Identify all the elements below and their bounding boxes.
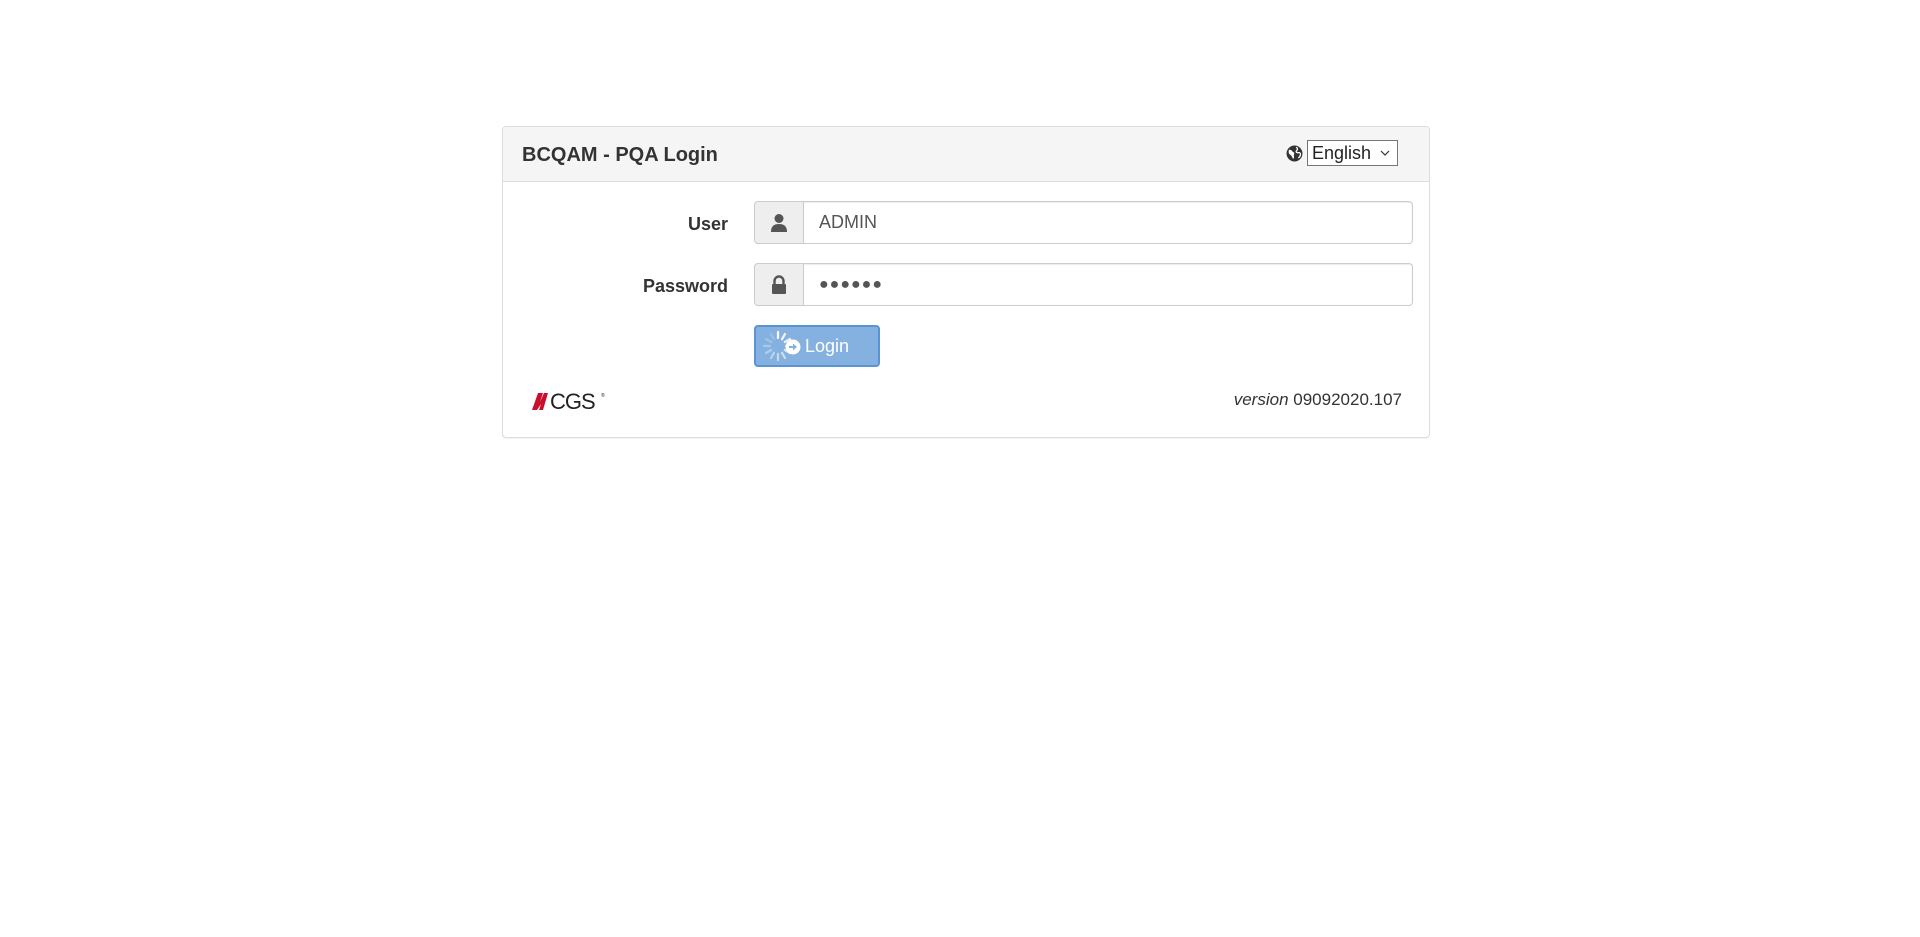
- user-field[interactable]: ADMIN: [803, 201, 1413, 244]
- svg-text:®: ®: [601, 392, 605, 399]
- login-button[interactable]: Login: [754, 325, 880, 367]
- version-number: 09092020.107: [1293, 390, 1402, 409]
- user-addon: [754, 201, 803, 244]
- password-field[interactable]: ●●●●●●: [803, 263, 1413, 306]
- lock-icon: [772, 275, 786, 294]
- globe-icon: [1286, 145, 1303, 162]
- panel-heading: BCQAM - PQA Login English: [503, 127, 1429, 182]
- password-input-group: ●●●●●●: [754, 263, 1413, 306]
- page-title: BCQAM - PQA Login: [522, 144, 718, 166]
- password-label: Password: [642, 276, 728, 296]
- language-select-value: English: [1312, 143, 1372, 163]
- login-button-label: Login: [805, 336, 850, 356]
- user-icon: [771, 214, 787, 232]
- language-select[interactable]: English: [1307, 140, 1398, 166]
- svg-text:CGS: CGS: [550, 389, 595, 413]
- version-prefix: version: [1233, 390, 1289, 409]
- sign-in-icon: [785, 339, 801, 355]
- version-text: version 09092020.107: [1234, 389, 1402, 411]
- password-addon: [754, 263, 803, 306]
- login-panel: BCQAM - PQA Login English User ADMIN Pas…: [502, 126, 1430, 438]
- user-label: User: [687, 214, 728, 234]
- chevron-down-icon: [1380, 150, 1390, 156]
- user-input-group: ADMIN: [754, 201, 1413, 244]
- cgs-logo: CGS ®: [532, 389, 605, 413]
